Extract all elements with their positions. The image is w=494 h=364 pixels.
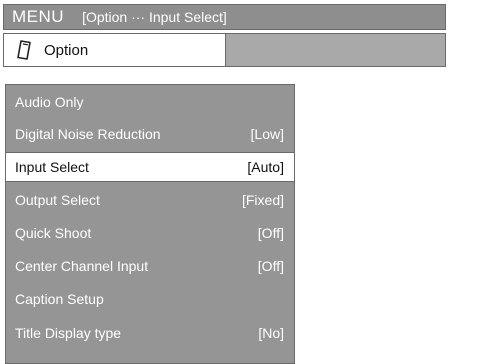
menu-item-value: [Auto] — [247, 159, 284, 175]
menu-item-label: Quick Shoot — [15, 225, 92, 241]
menu-item-label: Output Select — [15, 192, 100, 208]
menu-item-label: Digital Noise Reduction — [15, 126, 161, 142]
menu-item-value: [Fixed] — [241, 192, 284, 208]
option-tab-label: Option — [44, 41, 89, 59]
menu-item-value: [Off] — [257, 258, 284, 274]
menu-item-input-select[interactable]: Input Select [Auto] — [6, 152, 294, 182]
menu-item-quick-shoot[interactable]: Quick Shoot [Off] — [6, 218, 294, 248]
menu-item-value: [Off] — [257, 225, 284, 241]
menu-item-center-channel-input[interactable]: Center Channel Input [Off] — [6, 251, 294, 281]
menu-item-value: [Low] — [250, 126, 284, 142]
menu-item-output-select[interactable]: Output Select [Fixed] — [6, 185, 294, 215]
option-tab[interactable]: Option — [4, 34, 226, 66]
menu-item-label: Center Channel Input — [15, 258, 149, 274]
menu-title-bar: MENU [Option ··· Input Select] — [3, 4, 446, 30]
menu-item-digital-noise-reduction[interactable]: Digital Noise Reduction [Low] — [6, 119, 294, 149]
menu-item-title-display-type[interactable]: Title Display type [No] — [6, 318, 294, 348]
menu-item-caption-setup[interactable]: Caption Setup — [6, 284, 294, 314]
menu-item-label: Audio Only — [15, 94, 84, 110]
option-menu-panel: Audio Only Digital Noise Reduction [Low]… — [5, 84, 295, 364]
option-bar-filler — [226, 34, 445, 66]
menu-item-label: Input Select — [15, 159, 89, 175]
menu-item-label: Caption Setup — [15, 291, 104, 307]
menu-breadcrumb: [Option ··· Input Select] — [82, 9, 227, 25]
menu-item-label: Title Display type — [15, 325, 122, 341]
menu-item-value: [No] — [258, 325, 284, 341]
menu-title: MENU — [12, 7, 65, 26]
remote-control-icon — [17, 40, 31, 60]
option-category-bar: Option — [3, 33, 446, 67]
menu-item-audio-only[interactable]: Audio Only — [6, 87, 294, 117]
